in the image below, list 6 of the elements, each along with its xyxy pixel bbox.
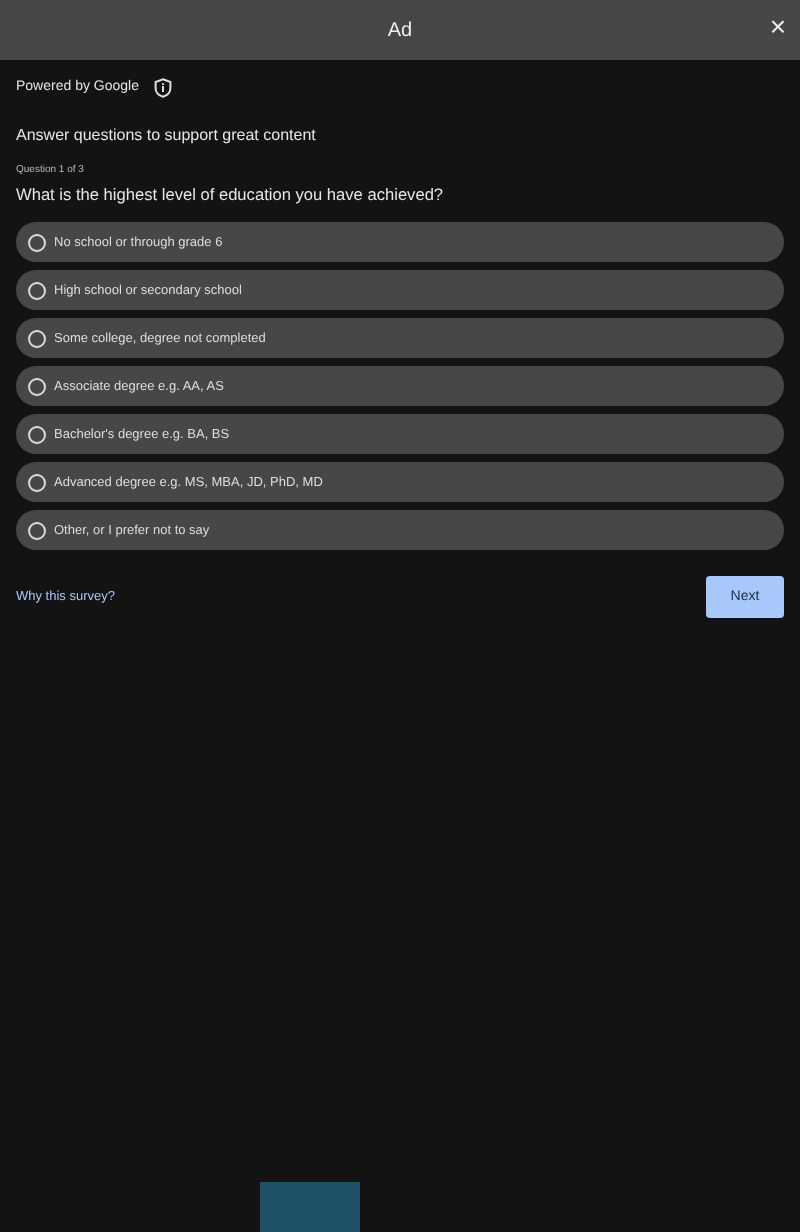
heading: Answer questions to support great content [16, 123, 318, 147]
window-title: Ad [387, 17, 413, 45]
shield-icon [154, 78, 173, 99]
thumbnail-block [260, 1182, 360, 1232]
question-text: What is the highest level of education you have achieved? [16, 182, 446, 207]
close-button[interactable]: × [765, 12, 790, 40]
